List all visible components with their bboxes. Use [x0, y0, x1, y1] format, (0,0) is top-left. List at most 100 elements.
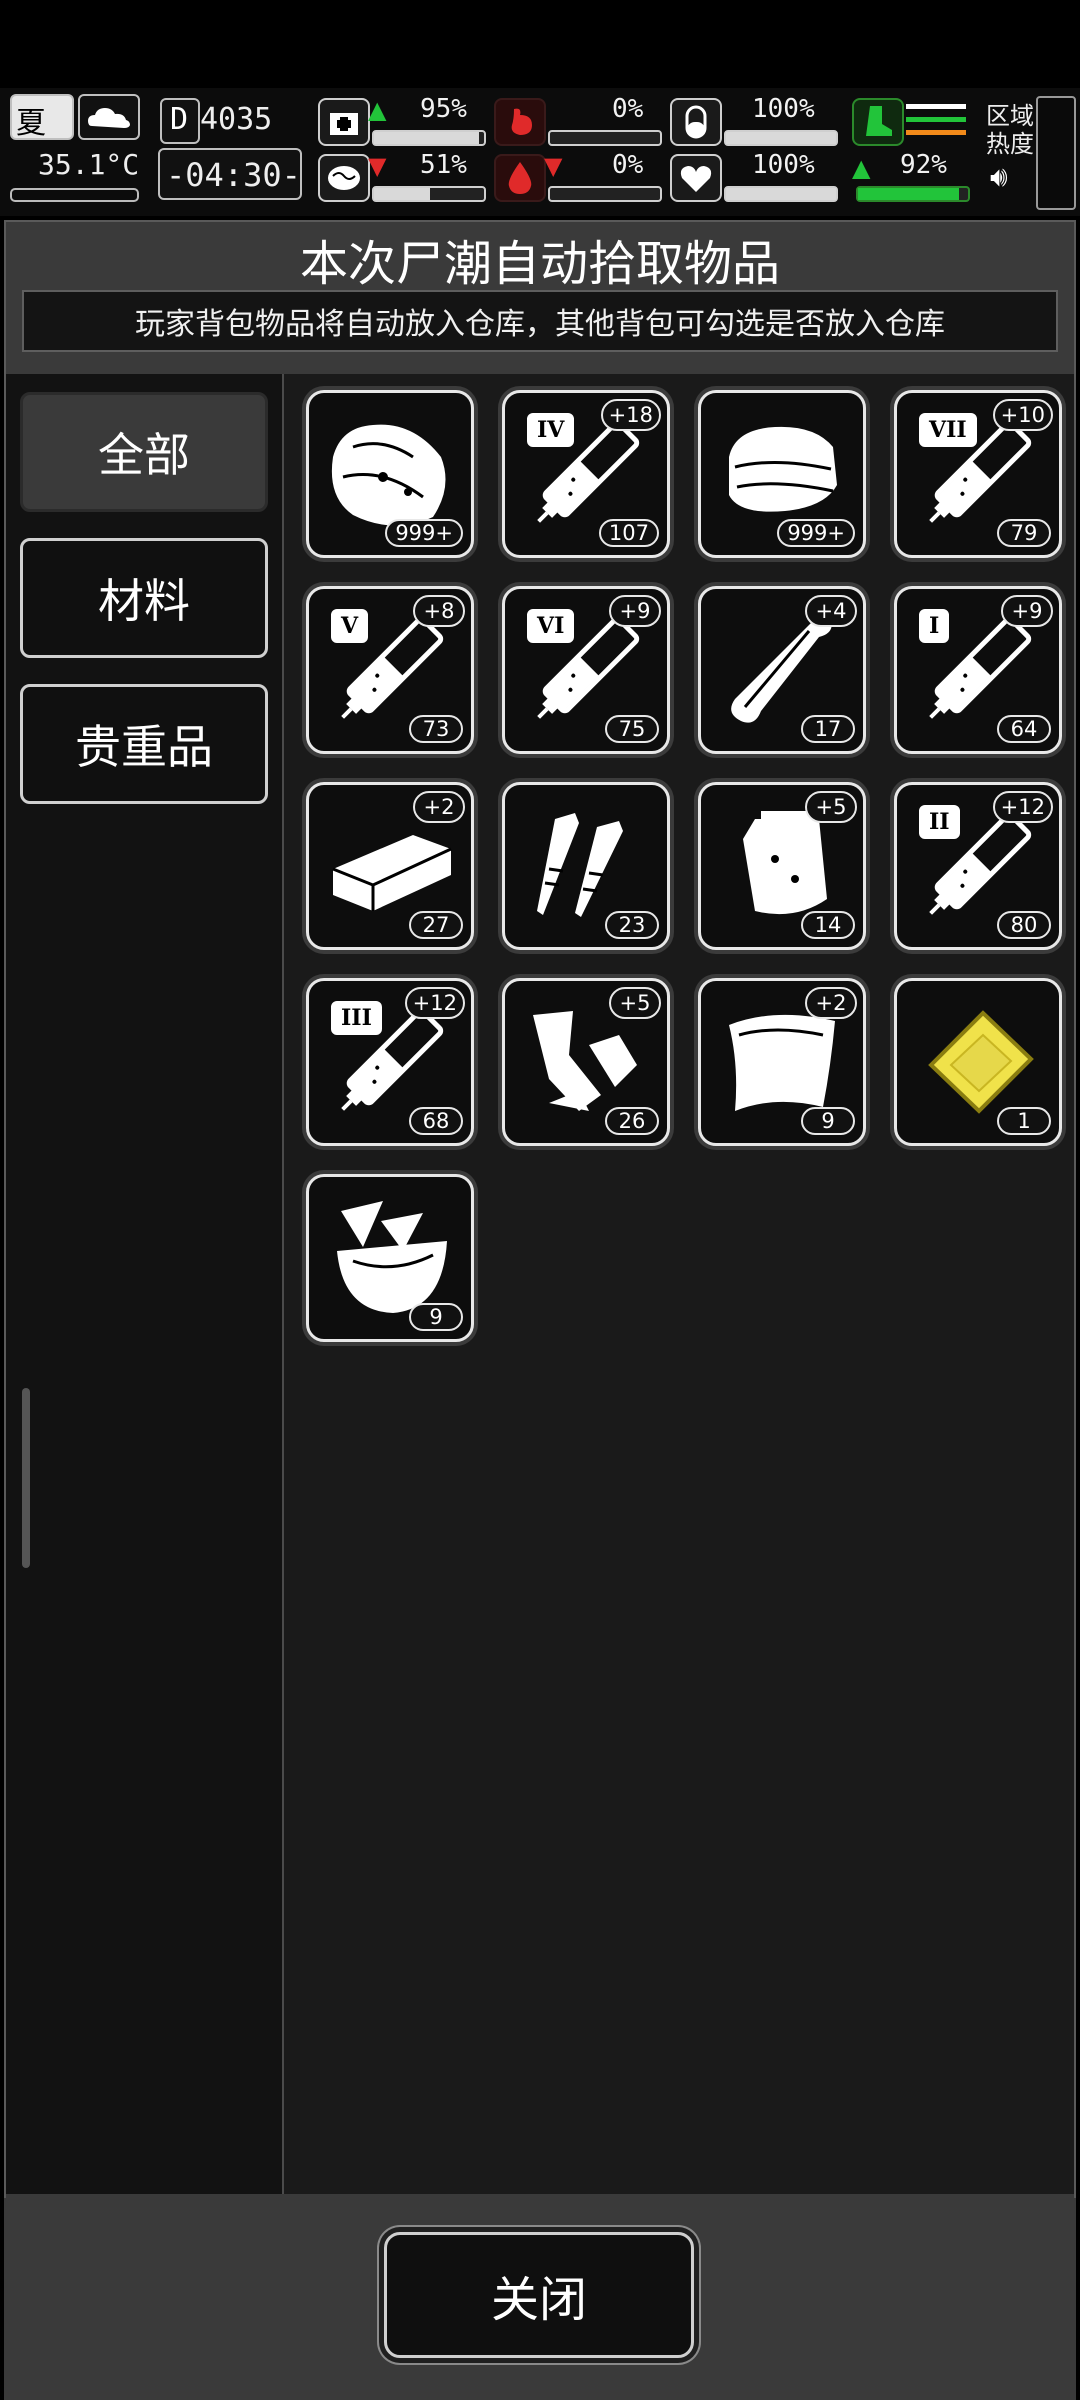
item-count: 75 — [605, 715, 659, 743]
trend-down-icon: ▼ — [368, 152, 387, 180]
item-slot[interactable]: 999+ — [306, 390, 474, 558]
tier-badge: IV — [527, 413, 575, 447]
item-count: 1 — [997, 1107, 1051, 1135]
tab-all[interactable]: 全部 — [20, 392, 268, 512]
item-count: 107 — [598, 519, 659, 547]
day-counter: 4035 — [200, 102, 273, 137]
cloud-weather-icon — [78, 94, 140, 140]
pill-icon — [670, 98, 722, 146]
item-slot[interactable]: 23 — [502, 782, 670, 950]
sidebar-scrollbar[interactable] — [22, 1388, 30, 1568]
item-count: 9 — [409, 1303, 463, 1331]
brain-icon — [318, 154, 370, 202]
blood-drop-icon — [494, 154, 546, 202]
zone-heat-label: 区域 热度 — [986, 102, 1034, 158]
stamina-value: 100% — [752, 94, 815, 124]
tier-badge: I — [919, 609, 950, 643]
item-count: 999+ — [385, 519, 463, 547]
hunger-bar — [548, 130, 662, 146]
category-sidebar: 全部 材料 贵重品 — [6, 374, 285, 2194]
item-slot[interactable]: III +12 68 — [306, 978, 474, 1146]
time-box: -04:30- — [158, 148, 302, 200]
tab-materials[interactable]: 材料 — [20, 538, 268, 658]
heart-value: 100% — [752, 150, 815, 180]
sanity-bar — [372, 186, 486, 202]
item-count: 17 — [801, 715, 855, 743]
item-slot[interactable]: I +9 64 — [894, 586, 1062, 754]
day-icon: D — [160, 98, 200, 144]
item-slot[interactable]: II +12 80 — [894, 782, 1062, 950]
item-slot[interactable]: 999+ — [698, 390, 866, 558]
season-label: 夏 — [16, 106, 46, 141]
speed-bar — [856, 186, 970, 202]
item-slot[interactable]: 9 — [306, 1174, 474, 1342]
item-slot[interactable]: 1 — [894, 978, 1062, 1146]
time-readout: -04:30- — [166, 156, 301, 194]
tier-badge: VII — [919, 413, 977, 447]
item-count: 9 — [801, 1107, 855, 1135]
item-count: 79 — [997, 519, 1051, 547]
tier-badge: III — [331, 1001, 382, 1035]
item-count: 23 — [605, 911, 659, 939]
gain-badge: +12 — [992, 791, 1053, 823]
item-slot[interactable]: VI +9 75 — [502, 586, 670, 754]
gain-badge: +18 — [600, 399, 661, 431]
gain-badge: +2 — [805, 987, 857, 1019]
speaker-icon[interactable]: 🔊︎ — [990, 160, 1008, 194]
speed-value: 92% — [900, 150, 947, 180]
heart-icon — [670, 154, 722, 202]
gain-badge: +5 — [805, 791, 857, 823]
panel-subtitle: 玩家背包物品将自动放入仓库，其他背包可勾选是否放入仓库 — [22, 290, 1058, 352]
hunger-value: 0% — [612, 94, 644, 124]
item-count: 80 — [997, 911, 1051, 939]
zone-heat-meter — [1036, 96, 1076, 210]
gain-badge: +5 — [609, 987, 661, 1019]
item-slot[interactable]: IV +18 107 — [502, 390, 670, 558]
gain-badge: +2 — [413, 791, 465, 823]
gain-badge: +12 — [404, 987, 465, 1019]
item-slot[interactable]: VII +10 79 — [894, 390, 1062, 558]
status-bar: 夏 35.1°C D 4035 -04:30- ▲ 95% 0% 100% ▼ … — [0, 88, 1080, 216]
tier-badge: V — [331, 609, 369, 643]
item-count: 68 — [409, 1107, 463, 1135]
trend-up-icon: ▲ — [368, 96, 387, 124]
thirst-bar — [548, 186, 662, 202]
item-count: 14 — [801, 911, 855, 939]
gain-badge: +9 — [609, 595, 661, 627]
gain-badge: +10 — [992, 399, 1053, 431]
gain-badge: +4 — [805, 595, 857, 627]
season-box: 夏 — [10, 94, 74, 141]
stomach-icon — [494, 98, 546, 146]
temperature-bar — [10, 188, 139, 202]
trend-up-icon: ▲ — [852, 154, 871, 182]
item-slot[interactable]: +5 26 — [502, 978, 670, 1146]
stamina-bar — [724, 130, 838, 146]
gain-badge: +9 — [1001, 595, 1053, 627]
item-count: 999+ — [777, 519, 855, 547]
item-grid: 999+ IV +18 107 999+ VII +10 79 V +8 73 VI +9 75 +4 17 I… — [284, 374, 1074, 2194]
page-title: 本次尸潮自动拾取物品 — [299, 236, 780, 292]
temperature-readout: 35.1°C — [38, 148, 140, 181]
trend-down-icon: ▼ — [544, 152, 563, 180]
speed-lines-icon — [906, 102, 966, 142]
item-slot[interactable]: +5 14 — [698, 782, 866, 950]
tier-badge: VI — [527, 609, 575, 643]
boot-icon — [852, 98, 904, 146]
sanity-value: 51% — [420, 150, 467, 180]
close-button[interactable]: 关闭 — [384, 2232, 694, 2358]
item-slot[interactable]: +2 27 — [306, 782, 474, 950]
medkit-icon — [318, 98, 370, 146]
tier-badge: II — [919, 805, 960, 839]
item-slot[interactable]: +2 9 — [698, 978, 866, 1146]
tab-valuables[interactable]: 贵重品 — [20, 684, 268, 804]
item-count: 73 — [409, 715, 463, 743]
gain-badge: +8 — [413, 595, 465, 627]
health-bar — [372, 130, 486, 146]
thirst-value: 0% — [612, 150, 644, 180]
item-slot[interactable]: +4 17 — [698, 586, 866, 754]
item-count: 27 — [409, 911, 463, 939]
item-count: 64 — [997, 715, 1051, 743]
health-value: 95% — [420, 94, 467, 124]
item-slot[interactable]: V +8 73 — [306, 586, 474, 754]
item-count: 26 — [605, 1107, 659, 1135]
